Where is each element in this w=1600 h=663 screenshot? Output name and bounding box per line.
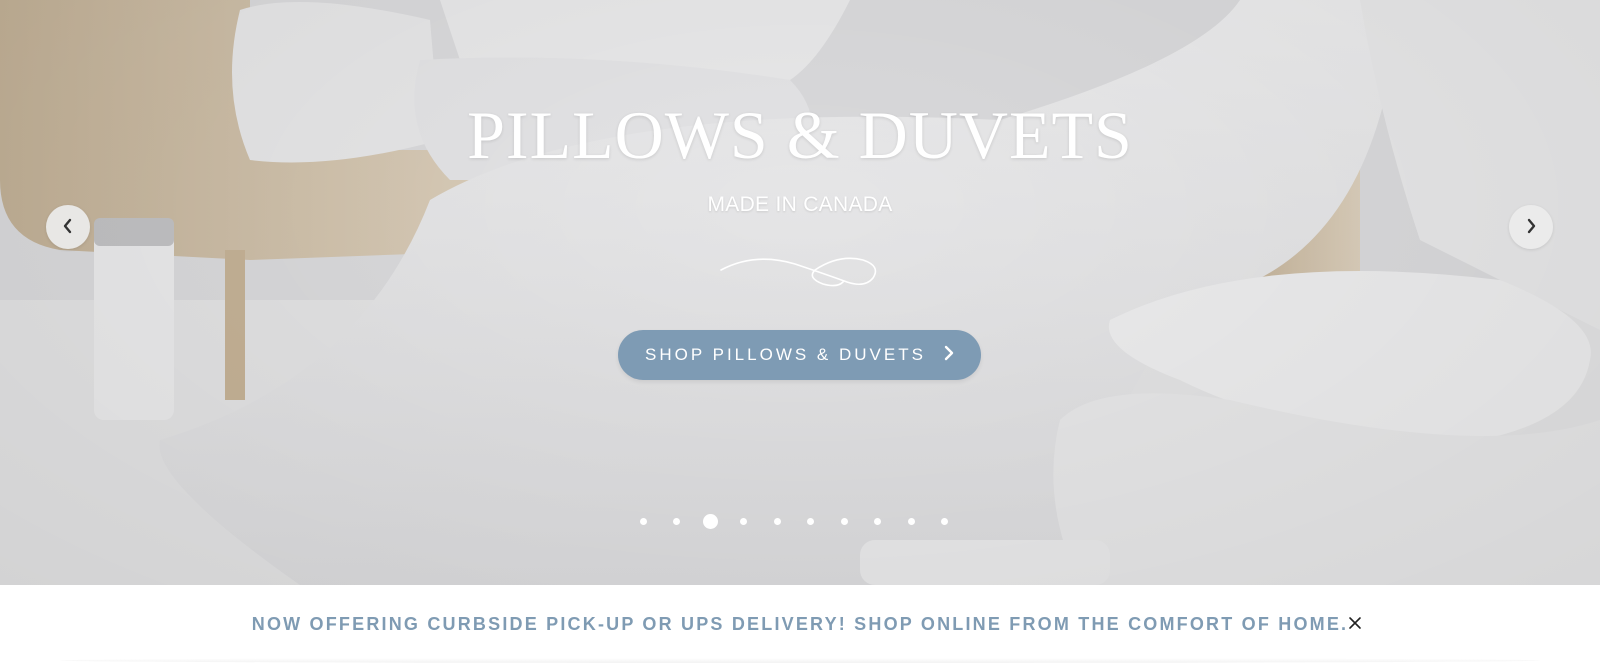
- carousel-dot-10[interactable]: [941, 518, 948, 525]
- carousel-prev-button[interactable]: [46, 205, 90, 249]
- hero-banner: PILLOWS & DUVETS MADE IN CANADA SHOP PIL…: [0, 0, 1600, 585]
- close-icon: [1346, 617, 1364, 635]
- hero-title: PILLOWS & DUVETS: [467, 97, 1133, 173]
- carousel-dot-4[interactable]: [740, 518, 747, 525]
- chevron-right-icon: [1525, 218, 1537, 237]
- carousel-dot-6[interactable]: [807, 518, 814, 525]
- flourish-ornament-icon: [720, 257, 877, 287]
- carousel-dot-5[interactable]: [773, 518, 781, 525]
- close-announcement-button[interactable]: [1346, 614, 1364, 632]
- shop-pillows-duvets-button[interactable]: SHOP PILLOWS & DUVETS: [618, 330, 981, 380]
- carousel-next-button[interactable]: [1509, 205, 1553, 249]
- carousel-dot-2[interactable]: [673, 518, 680, 525]
- chevron-left-icon: [62, 218, 74, 237]
- carousel-dots: [0, 514, 1600, 530]
- carousel-dot-8[interactable]: [874, 518, 881, 525]
- carousel-dot-9[interactable]: [907, 518, 915, 525]
- carousel-dot-1[interactable]: [639, 518, 647, 525]
- chevron-right-icon: [944, 345, 954, 366]
- announcement-shadow: [60, 658, 1540, 663]
- hero-subtitle: MADE IN CANADA: [707, 193, 893, 216]
- carousel-dot-7[interactable]: [840, 518, 848, 525]
- announcement-bar: NOW OFFERING CURBSIDE PICK-UP OR UPS DEL…: [0, 585, 1600, 663]
- cta-label: SHOP PILLOWS & DUVETS: [645, 345, 926, 364]
- carousel-dot-3[interactable]: [702, 514, 718, 529]
